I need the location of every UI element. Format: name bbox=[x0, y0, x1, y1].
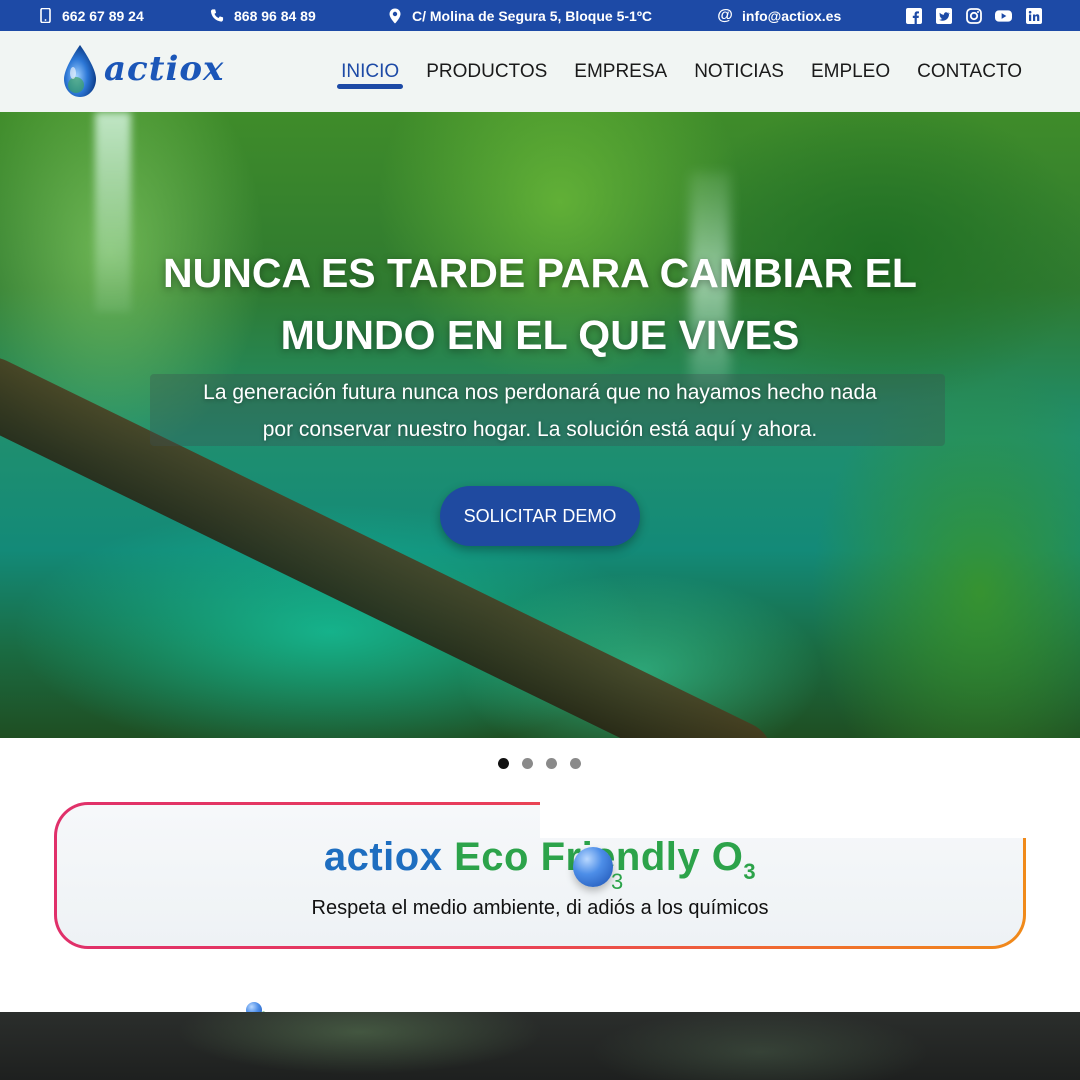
logo-wordmark: actiox bbox=[104, 49, 225, 89]
address-text: C/ Molina de Segura 5, Bloque 5-1ºC bbox=[412, 7, 653, 24]
hero-description: La generación futura nunca nos perdonará… bbox=[150, 374, 930, 448]
landline-phone-contact[interactable]: 868 96 84 89 bbox=[210, 0, 316, 31]
hero-title: NUNCA ES TARDE PARA CAMBIAR EL MUNDO EN … bbox=[100, 242, 980, 366]
email-address: info@actiox.es bbox=[742, 7, 842, 24]
map-pin-icon bbox=[388, 8, 402, 24]
slider-dot-1[interactable] bbox=[498, 758, 509, 769]
nav-item-productos[interactable]: PRODUCTOS bbox=[426, 53, 547, 91]
nav-item-contacto[interactable]: CONTACTO bbox=[917, 53, 1022, 91]
linkedin-icon[interactable] bbox=[1025, 7, 1042, 24]
mobile-phone-number: 662 67 89 24 bbox=[62, 7, 144, 24]
card-border-gap bbox=[540, 802, 1030, 838]
main-nav: INICIO PRODUCTOS EMPRESA NOTICIAS EMPLEO… bbox=[337, 31, 1022, 112]
mobile-phone-contact[interactable]: 662 67 89 24 bbox=[38, 0, 144, 31]
nav-item-noticias[interactable]: NOTICIAS bbox=[694, 53, 784, 91]
at-sign-icon: @ bbox=[717, 6, 733, 24]
hero-description-line-2: por conservar nuestro hogar. La solución… bbox=[262, 418, 818, 441]
phone-icon bbox=[210, 8, 224, 24]
hero-title-line-1: NUNCA ES TARDE PARA CAMBIAR EL bbox=[163, 250, 917, 296]
email-contact[interactable]: @ info@actiox.es bbox=[717, 0, 842, 31]
landline-phone-number: 868 96 84 89 bbox=[234, 7, 316, 24]
instagram-icon[interactable] bbox=[965, 7, 982, 24]
next-section-banner bbox=[0, 1012, 1080, 1080]
facebook-icon[interactable] bbox=[905, 7, 922, 24]
hero-description-line-1: La generación futura nunca nos perdonará… bbox=[203, 381, 877, 404]
slider-pagination bbox=[498, 758, 581, 769]
address-contact: C/ Molina de Segura 5, Bloque 5-1ºC bbox=[388, 0, 652, 31]
hero-slider: NUNCA ES TARDE PARA CAMBIAR EL MUNDO EN … bbox=[0, 112, 1080, 738]
slider-dot-4[interactable] bbox=[570, 758, 581, 769]
ozone-bubble-subscript: 3 bbox=[611, 869, 624, 894]
slider-dot-3[interactable] bbox=[546, 758, 557, 769]
eco-heading-subscript: 3 bbox=[743, 859, 757, 884]
nav-item-empresa[interactable]: EMPRESA bbox=[574, 53, 667, 91]
top-contact-bar: 662 67 89 24 868 96 84 89 C/ Molina de S… bbox=[0, 0, 1080, 31]
mobile-phone-icon bbox=[38, 8, 52, 24]
nav-item-inicio[interactable]: INICIO bbox=[337, 53, 404, 91]
request-demo-button[interactable]: SOLICITAR DEMO bbox=[440, 486, 640, 546]
youtube-icon[interactable] bbox=[995, 7, 1012, 24]
ozone-bubble-icon bbox=[573, 847, 613, 887]
water-drop-logo-icon bbox=[64, 45, 96, 97]
nav-item-empleo[interactable]: EMPLEO bbox=[811, 53, 890, 91]
site-logo[interactable]: actiox bbox=[60, 43, 245, 99]
slider-dot-2[interactable] bbox=[522, 758, 533, 769]
eco-heading-brand: actiox bbox=[323, 835, 443, 879]
eco-friendly-heading: actiox Eco Friendly O3 bbox=[57, 835, 1023, 885]
eco-tagline: Respeta el medio ambiente, di adiós a lo… bbox=[311, 897, 769, 919]
site-header: actiox INICIO PRODUCTOS EMPRESA NOTICIAS… bbox=[0, 31, 1080, 112]
hero-title-line-2: MUNDO EN EL QUE VIVES bbox=[280, 312, 800, 358]
social-links bbox=[905, 7, 1042, 24]
twitter-icon[interactable] bbox=[935, 7, 952, 24]
